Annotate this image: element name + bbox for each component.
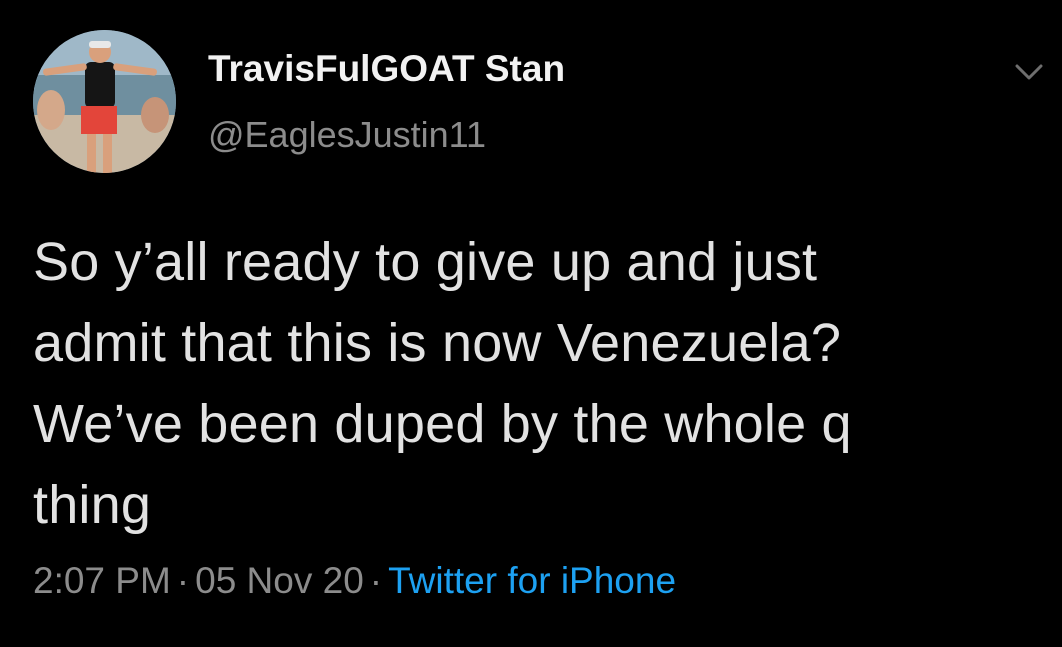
tweet-date[interactable]: 05 Nov 20 bbox=[195, 560, 364, 601]
tweet-time[interactable]: 2:07 PM bbox=[33, 560, 171, 601]
tweet-text-line: admit that this is now Venezuela? bbox=[33, 313, 842, 373]
tweet-text-line: thing bbox=[33, 475, 152, 535]
tweet-source-link[interactable]: Twitter for iPhone bbox=[388, 560, 676, 601]
avatar-photo-icon bbox=[33, 30, 176, 173]
chevron-down-icon[interactable] bbox=[1013, 60, 1045, 84]
separator: · bbox=[369, 560, 383, 601]
user-handle[interactable]: @EaglesJustin11 bbox=[208, 114, 486, 156]
tweet-metadata: 2:07 PM · 05 Nov 20 · Twitter for iPhone bbox=[33, 560, 676, 602]
tweet-text: So y’all ready to give up and just admit… bbox=[33, 222, 1043, 546]
tweet-text-line: We’ve been duped by the whole q bbox=[33, 394, 852, 454]
tweet-card: TravisFulGOAT Stan @EaglesJustin11 So y’… bbox=[0, 0, 1062, 647]
separator: · bbox=[176, 560, 190, 601]
avatar[interactable] bbox=[33, 30, 176, 173]
tweet-text-line: So y’all ready to give up and just bbox=[33, 232, 818, 292]
display-name[interactable]: TravisFulGOAT Stan bbox=[208, 48, 565, 90]
